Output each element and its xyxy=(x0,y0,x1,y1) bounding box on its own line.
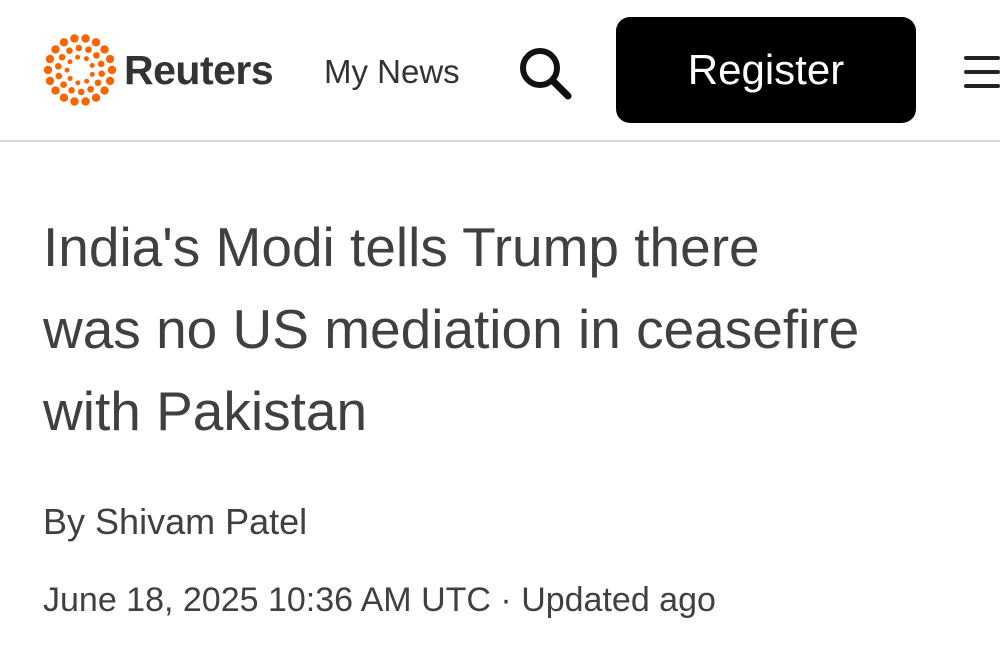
logo-dot xyxy=(100,86,109,95)
logo-dot xyxy=(67,59,73,65)
author-link[interactable]: Shivam Patel xyxy=(95,501,307,542)
dateline: June 18, 2025 10:36 AM UTC · Updated ago xyxy=(43,578,716,622)
logo-dot xyxy=(55,62,62,70)
logo-dot xyxy=(105,54,115,64)
headline-line: India's Modi tells Trump there xyxy=(43,216,760,278)
logo-dot xyxy=(45,76,55,86)
logo-dot xyxy=(94,79,102,87)
logo-dot xyxy=(81,97,90,106)
register-button[interactable]: Register xyxy=(616,17,916,123)
logo-dot xyxy=(67,75,73,81)
reuters-logo-link[interactable] xyxy=(42,32,118,108)
logo-dot xyxy=(64,67,70,73)
date-separator: · xyxy=(500,581,512,619)
headline-line: with Pakistan xyxy=(43,380,368,442)
logo-dot xyxy=(91,38,101,47)
logo-dot xyxy=(68,87,75,94)
logo-dot xyxy=(85,46,92,53)
logo-dot xyxy=(45,54,55,64)
search-button[interactable] xyxy=(512,40,576,104)
logo-dot xyxy=(51,45,60,54)
logo-dot xyxy=(77,88,85,96)
byline: By Shivam Patel xyxy=(43,500,307,544)
article-headline: India's Modi tells Trump there was no US… xyxy=(43,206,983,452)
logo-dot xyxy=(60,81,67,88)
byline-prefix: By xyxy=(43,501,86,542)
logo-dot xyxy=(97,60,105,68)
logo-dot xyxy=(70,97,79,106)
logo-dot xyxy=(81,34,90,43)
site-header: Reuters My News Register xyxy=(0,0,1000,142)
logo-dot xyxy=(75,80,81,86)
logo-dot xyxy=(91,93,101,102)
logo-dot xyxy=(59,93,69,102)
logo-dot xyxy=(59,38,69,47)
my-news-link[interactable]: My News xyxy=(324,51,460,93)
logo-dot xyxy=(51,86,60,95)
logo-dot xyxy=(83,56,89,62)
logo-dot xyxy=(55,72,63,80)
logo-dot xyxy=(93,52,100,59)
logo-dot xyxy=(89,71,95,77)
logo-dot xyxy=(84,78,90,84)
logo-dot xyxy=(100,45,109,54)
brand-wordmark[interactable]: Reuters xyxy=(124,45,274,95)
logo-dot xyxy=(98,70,105,78)
logo-dot xyxy=(107,65,117,75)
logo-dot xyxy=(43,65,53,75)
logo-dot xyxy=(66,47,73,55)
reuters-dot-logo-icon xyxy=(43,34,117,106)
logo-dot xyxy=(105,76,115,86)
search-icon xyxy=(520,48,572,100)
published-date: June 18, 2025 10:36 AM UTC xyxy=(43,581,491,619)
updated-time: Updated ago xyxy=(521,581,716,619)
headline-line: was no US mediation in ceasefire xyxy=(43,298,860,360)
logo-dot xyxy=(58,53,66,61)
menu-button[interactable] xyxy=(958,52,1000,92)
logo-dot xyxy=(70,34,79,43)
logo-dot xyxy=(75,54,81,60)
logo-dot xyxy=(87,85,94,93)
logo-dot xyxy=(75,44,83,52)
logo-dot xyxy=(89,62,95,68)
